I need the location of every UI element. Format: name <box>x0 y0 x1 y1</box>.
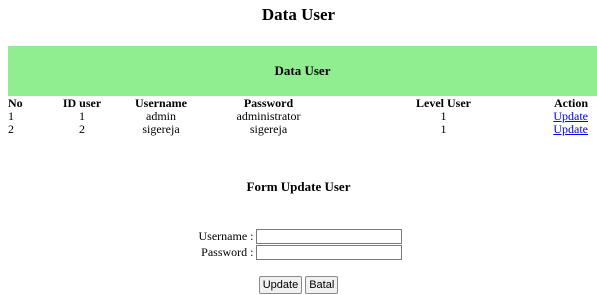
page-title: Data User <box>261 5 336 24</box>
form-buttons: Update Batal <box>0 276 597 294</box>
cancel-button[interactable]: Batal <box>305 276 339 294</box>
cell-id-user: 2 <box>79 122 85 136</box>
cell-username: sigereja <box>142 122 180 136</box>
cell-no: 2 <box>8 122 14 136</box>
table-caption-banner: Data User <box>8 46 597 96</box>
table-row: 1 1 admin administrator 1 Update <box>8 110 588 123</box>
update-button[interactable]: Update <box>258 276 303 294</box>
password-row: Password : <box>0 245 597 260</box>
cell-level-user: 1 <box>440 122 447 136</box>
update-link[interactable]: Update <box>553 109 588 123</box>
update-link[interactable]: Update <box>553 122 588 136</box>
form-title: Form Update User <box>246 179 351 194</box>
users-table: No ID user Username Password Level User … <box>8 97 588 136</box>
page: Data User Data User No ID user Username … <box>0 0 597 295</box>
password-label: Password : <box>201 245 254 259</box>
table-caption: Data User <box>274 63 331 78</box>
username-input[interactable] <box>255 229 402 244</box>
password-input[interactable] <box>255 245 402 260</box>
cell-password: sigereja <box>249 122 288 136</box>
username-label: Username : <box>198 229 254 243</box>
username-row: Username : <box>0 229 597 244</box>
table-row: 2 2 sigereja sigereja 1 Update <box>8 123 588 136</box>
cell-action: Update <box>546 123 588 136</box>
